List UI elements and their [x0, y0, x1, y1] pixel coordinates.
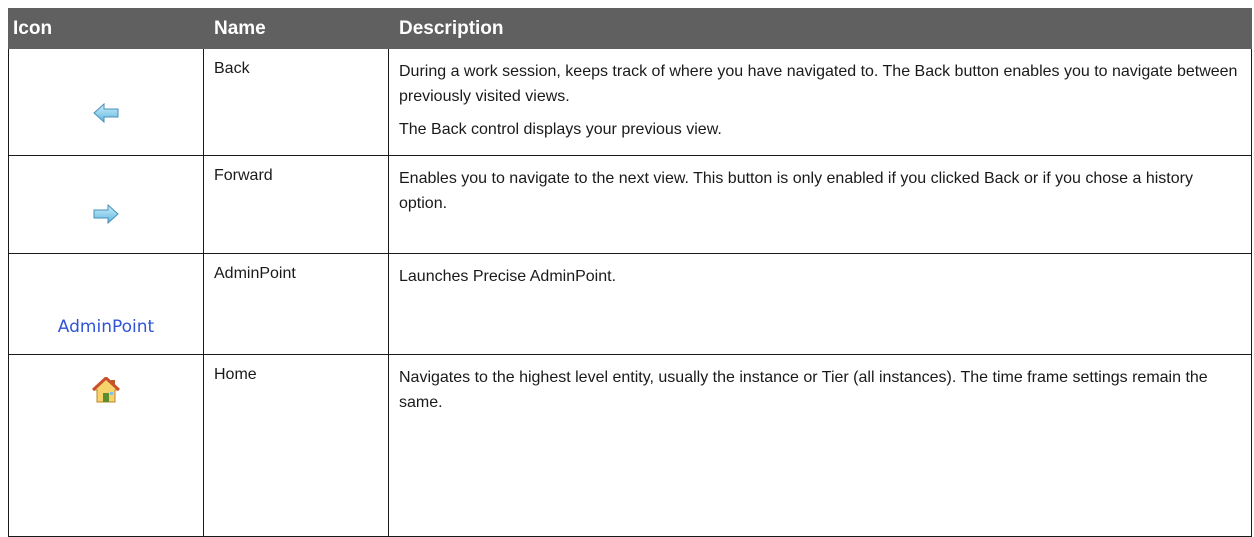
cell-icon: AdminPoint — [8, 253, 204, 355]
header-description: Description — [388, 8, 1252, 49]
table-row-home: Home Navigates to the highest level enti… — [8, 354, 1252, 537]
header-name: Name — [203, 8, 389, 49]
table-row-adminpoint: AdminPoint AdminPoint Launches Precise A… — [8, 253, 1252, 355]
cell-name: AdminPoint — [203, 253, 389, 355]
forward-arrow-icon[interactable] — [93, 203, 119, 229]
cell-name: Forward — [203, 155, 389, 254]
table-row-back: Back During a work session, keeps track … — [8, 48, 1252, 156]
header-row: Icon Name Description — [8, 8, 1252, 49]
adminpoint-link[interactable]: AdminPoint — [58, 317, 154, 337]
description-paragraph: Navigates to the highest level entity, u… — [399, 369, 1208, 411]
home-icon[interactable] — [91, 376, 121, 408]
cell-description: Launches Precise AdminPoint. — [388, 253, 1252, 355]
description-paragraph: Launches Precise AdminPoint. — [399, 268, 617, 285]
header-icon: Icon — [8, 8, 204, 49]
cell-description: During a work session, keeps track of wh… — [388, 48, 1252, 156]
cell-description: Navigates to the highest level entity, u… — [388, 354, 1252, 537]
icons-table: Icon Name Description Back During a work… — [8, 8, 1252, 537]
cell-description: Enables you to navigate to the next view… — [388, 155, 1252, 254]
back-arrow-icon[interactable] — [93, 102, 119, 128]
description-paragraph: Enables you to navigate to the next view… — [399, 170, 1193, 212]
cell-icon — [8, 48, 204, 156]
table-row-forward: Forward Enables you to navigate to the n… — [8, 155, 1252, 254]
cell-name: Home — [203, 354, 389, 537]
cell-icon — [8, 354, 204, 537]
cell-name: Back — [203, 48, 389, 156]
description-paragraph: During a work session, keeps track of wh… — [399, 63, 1238, 105]
description-paragraph: The Back control displays your previous … — [399, 121, 722, 138]
cell-icon — [8, 155, 204, 254]
